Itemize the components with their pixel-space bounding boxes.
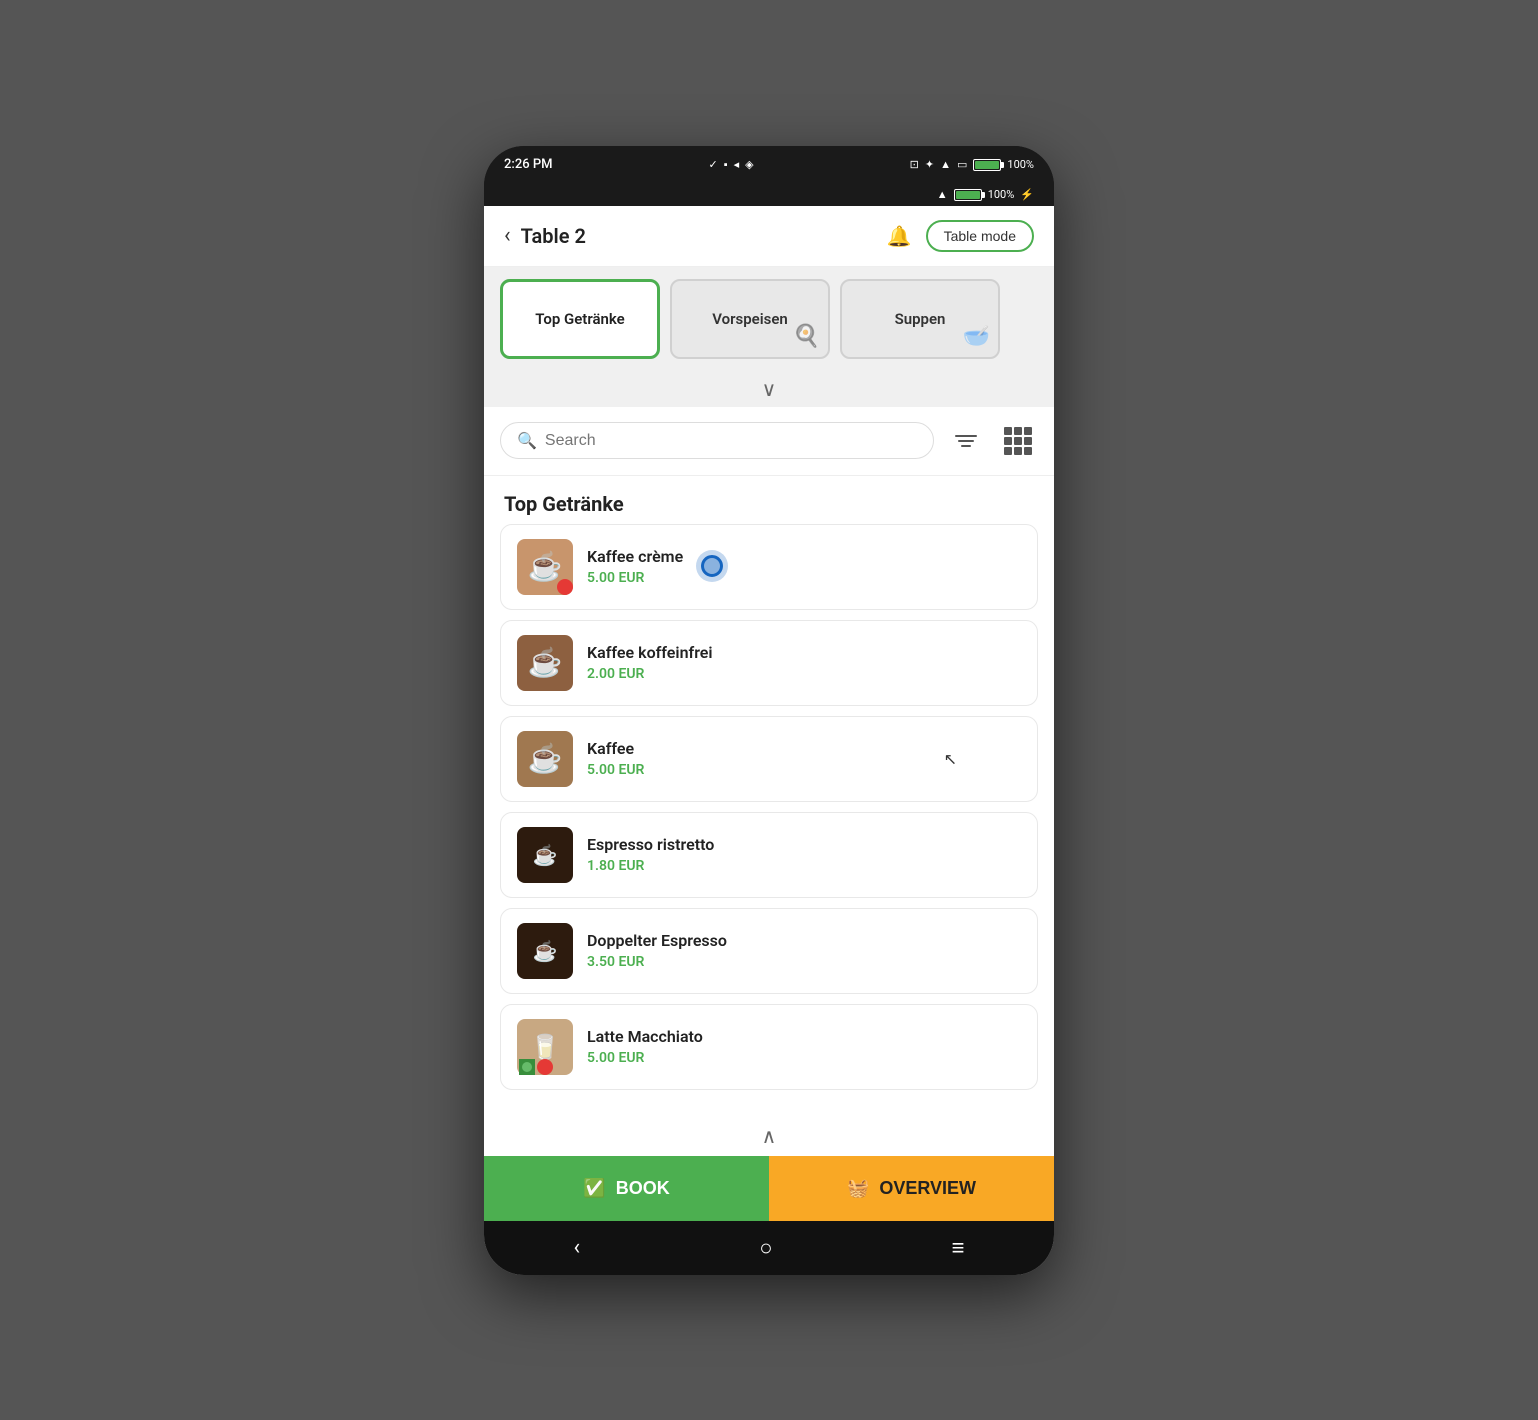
status-time: 2:26 PM [504, 157, 553, 172]
search-area: 🔍 [484, 407, 1054, 476]
category-label: Top Getränke [535, 310, 625, 328]
table-mode-button[interactable]: Table mode [926, 220, 1034, 252]
menu-item-4[interactable]: ☕ Espresso ristretto 1.80 EUR [500, 812, 1038, 898]
header: ‹ Table 2 🔔 Table mode [484, 206, 1054, 267]
cursor-indicator [701, 555, 723, 577]
menu-item-3[interactable]: ☕ Kaffee 5.00 EUR ↖ [500, 716, 1038, 802]
check-icon: ✓ [709, 158, 718, 171]
item-name-5: Doppelter Espresso [587, 931, 1021, 950]
item-info-1: Kaffee crème 5.00 EUR [587, 547, 1021, 586]
item-price-4: 1.80 EUR [587, 858, 1021, 874]
status-icons: ✓ ▪ ◂ ◈ [709, 158, 754, 171]
wifi-icon: ▲ [940, 158, 951, 171]
item-name-4: Espresso ristretto [587, 835, 1021, 854]
bottom-actions: ✅ BOOK 🧺 OVERVIEW [484, 1156, 1054, 1221]
menu-item-5[interactable]: ☕ Doppelter Espresso 3.50 EUR [500, 908, 1038, 994]
item-image-3: ☕ [517, 731, 573, 787]
item-name-6: Latte Macchiato [587, 1027, 1021, 1046]
app-content: ‹ Table 2 🔔 Table mode Top Getränke Vors… [484, 206, 1054, 1275]
battery-bar [973, 159, 1001, 171]
signal-icon: ◈ [745, 158, 753, 171]
item-info-2: Kaffee koffeinfrei 2.00 EUR [587, 643, 1021, 682]
check-circle-icon: ✅ [583, 1178, 605, 1199]
menu-item-6[interactable]: 🥛 Latte Macchiato 5.00 EUR [500, 1004, 1038, 1090]
item-image-5: ☕ [517, 923, 573, 979]
book-button[interactable]: ✅ BOOK [484, 1156, 769, 1221]
category-vorspeisen[interactable]: Vorspeisen 🍳 [670, 279, 830, 359]
header-right: 🔔 Table mode [887, 220, 1034, 252]
chevron-up-area[interactable]: ∧ [484, 1116, 1054, 1156]
battery-pct-2: 100% [988, 188, 1015, 201]
back-button[interactable]: ‹ [504, 225, 511, 247]
categories-bar: Top Getränke Vorspeisen 🍳 Suppen 🥣 [484, 267, 1054, 371]
grid-view-button[interactable] [998, 421, 1038, 461]
item-image-4: ☕ [517, 827, 573, 883]
header-left: ‹ Table 2 [504, 224, 586, 248]
chevron-up-icon: ∧ [762, 1124, 777, 1148]
chevron-down-area[interactable]: ∨ [484, 371, 1054, 407]
nav-icon: ◂ [734, 158, 740, 171]
square-icon: ▪ [724, 158, 728, 171]
nav-home-button[interactable]: ○ [759, 1235, 772, 1261]
badge-green-6 [519, 1059, 535, 1075]
item-info-5: Doppelter Espresso 3.50 EUR [587, 931, 1021, 970]
battery-fill-2 [956, 191, 980, 199]
item-price-6: 5.00 EUR [587, 1050, 1021, 1066]
cast-icon: ⊡ [910, 158, 919, 171]
item-name-2: Kaffee koffeinfrei [587, 643, 1021, 662]
item-info-4: Espresso ristretto 1.80 EUR [587, 835, 1021, 874]
phone-frame: 2:26 PM ✓ ▪ ◂ ◈ ⊡ ✦ ▲ ▭ 100% ▲ 100% ⚡ [484, 146, 1054, 1275]
search-icon: 🔍 [517, 431, 537, 450]
nav-back-button[interactable]: ‹ [574, 1235, 581, 1260]
chevron-down-icon: ∨ [762, 377, 777, 401]
phone-icon: ▭ [957, 158, 967, 171]
badge-red-1 [557, 579, 573, 595]
category-label: Vorspeisen [712, 310, 788, 328]
search-input[interactable] [545, 432, 917, 450]
item-name-1: Kaffee crème [587, 547, 1021, 566]
charging-icon: ⚡ [1020, 188, 1034, 201]
overview-button[interactable]: 🧺 OVERVIEW [769, 1156, 1054, 1221]
wifi-icon-2: ▲ [937, 188, 948, 201]
vorspeisen-icon: 🍳 [793, 324, 820, 349]
book-label: BOOK [616, 1178, 670, 1199]
basket-icon: 🧺 [847, 1178, 869, 1199]
battery-bar-2 [954, 189, 982, 201]
category-suppen[interactable]: Suppen 🥣 [840, 279, 1000, 359]
item-price-2: 2.00 EUR [587, 666, 1021, 682]
grid-icon [1004, 427, 1032, 455]
notification-icon[interactable]: 🔔 [887, 224, 912, 248]
menu-item-1[interactable]: ☕ Kaffee crème 5.00 EUR [500, 524, 1038, 610]
page-title: Table 2 [521, 224, 586, 248]
item-price-5: 3.50 EUR [587, 954, 1021, 970]
category-top-getraenke[interactable]: Top Getränke [500, 279, 660, 359]
filter-icon [955, 435, 977, 447]
menu-list: ☕ Kaffee crème 5.00 EUR ☕ Kaffee koffein… [484, 524, 1054, 1116]
suppen-icon: 🥣 [963, 324, 990, 349]
item-price-1: 5.00 EUR [587, 570, 1021, 586]
filter-button[interactable] [946, 421, 986, 461]
status-bar-2: ▲ 100% ⚡ [484, 184, 1054, 206]
menu-item-2[interactable]: ☕ Kaffee koffeinfrei 2.00 EUR [500, 620, 1038, 706]
status-right: ⊡ ✦ ▲ ▭ 100% [910, 158, 1034, 171]
battery-fill [975, 161, 999, 169]
nav-menu-button[interactable]: ≡ [952, 1235, 965, 1261]
status-bar: 2:26 PM ✓ ▪ ◂ ◈ ⊡ ✦ ▲ ▭ 100% [484, 146, 1054, 184]
item-info-6: Latte Macchiato 5.00 EUR [587, 1027, 1021, 1066]
badge-red-6 [537, 1059, 553, 1075]
android-nav-bar: ‹ ○ ≡ [484, 1221, 1054, 1275]
overview-label: OVERVIEW [879, 1178, 976, 1199]
category-label: Suppen [895, 310, 946, 328]
item-image-2: ☕ [517, 635, 573, 691]
battery-pct: 100% [1007, 158, 1034, 171]
cursor-arrow-3: ↖ [944, 749, 957, 768]
section-title: Top Getränke [484, 476, 1054, 524]
search-input-wrap[interactable]: 🔍 [500, 422, 934, 459]
bt-icon: ✦ [925, 158, 934, 171]
